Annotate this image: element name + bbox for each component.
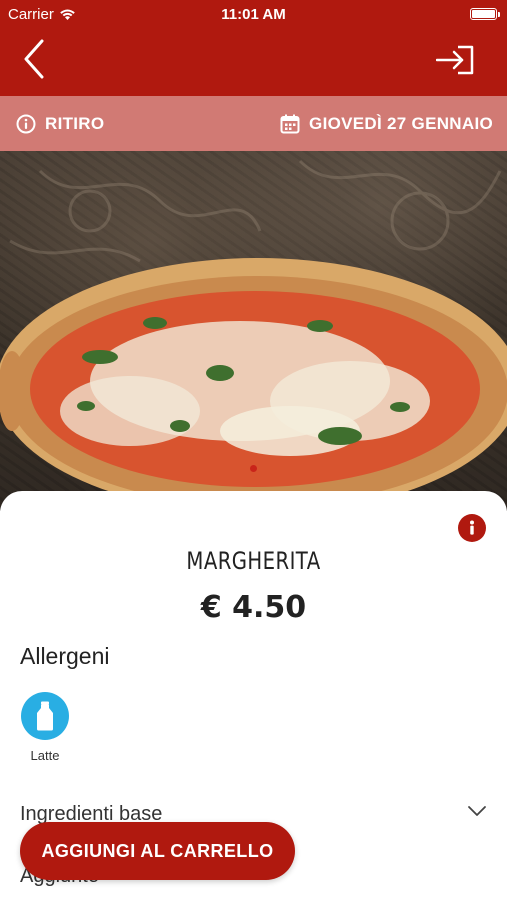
product-image[interactable] — [0, 151, 507, 511]
date-label: GIOVEDÌ 27 GENNAIO — [309, 113, 493, 133]
nav-bar — [0, 30, 507, 96]
chevron-left-icon — [24, 39, 44, 79]
milk-bottle-icon — [21, 692, 69, 740]
product-name: MARGHERITA — [186, 547, 321, 575]
order-info-bar: RITIRO GIOVEDÌ 27 GENNAIO — [0, 96, 507, 151]
info-icon — [470, 520, 474, 535]
info-circle-icon — [16, 114, 36, 133]
date-selector[interactable]: GIOVEDÌ 27 GENNAIO — [280, 96, 493, 151]
login-icon — [436, 45, 474, 75]
carousel-indicator[interactable] — [250, 465, 257, 472]
status-time: 11:01 AM — [221, 6, 286, 23]
login-button[interactable] — [433, 42, 477, 78]
allergen-item: Latte — [21, 692, 69, 763]
back-button[interactable] — [14, 36, 54, 82]
allergen-label: Latte — [30, 748, 60, 763]
battery-icon — [470, 8, 500, 20]
chevron-down-icon — [468, 806, 486, 816]
pickup-mode-label: RITIRO — [45, 113, 105, 133]
allergens-heading: Allergeni — [20, 643, 110, 669]
calendar-icon — [280, 114, 300, 133]
pickup-mode-selector[interactable]: RITIRO — [16, 96, 104, 151]
status-bar: Carrier 11:01 AM — [0, 0, 507, 30]
product-price: € 4.50 — [200, 590, 307, 625]
add-to-cart-button[interactable]: AGGIUNGI AL CARRELLO — [20, 822, 295, 880]
product-info-button[interactable] — [458, 514, 486, 542]
pizza-photo — [0, 159, 507, 511]
